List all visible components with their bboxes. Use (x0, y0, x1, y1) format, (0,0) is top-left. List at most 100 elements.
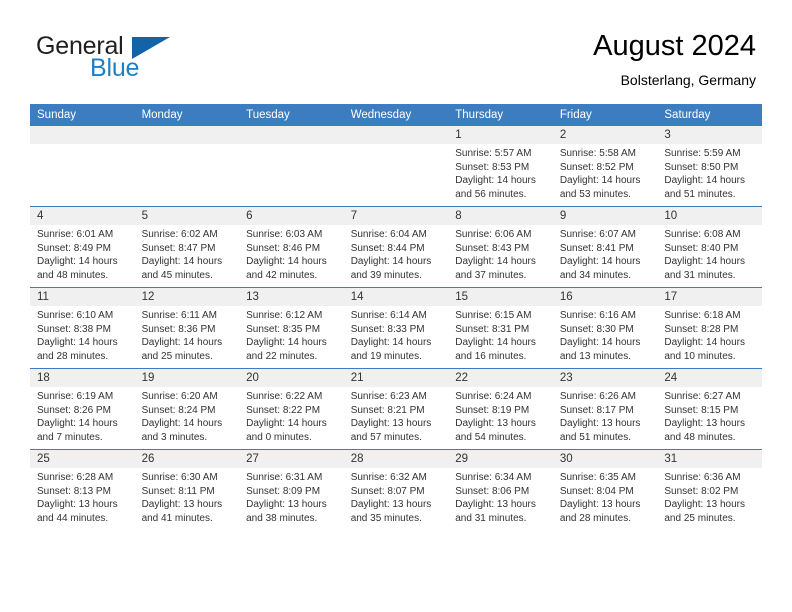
daylight-text-line1: Daylight: 13 hours (664, 418, 745, 429)
day-cell[interactable]: 25 Sunrise: 6:28 AM Sunset: 8:13 PM Dayl… (30, 449, 135, 530)
day-cell[interactable]: 16 Sunrise: 6:16 AM Sunset: 8:30 PM Dayl… (552, 287, 658, 369)
daylight-text-line1: Daylight: 13 hours (664, 499, 745, 510)
day-cell[interactable]: 9 Sunrise: 6:07 AM Sunset: 8:41 PM Dayli… (552, 206, 658, 288)
sunset-text: Sunset: 8:28 PM (664, 323, 739, 335)
day-cell[interactable]: 23 Sunrise: 6:26 AM Sunset: 8:17 PM Dayl… (552, 368, 658, 450)
daylight-text-line2: and 51 minutes. (664, 188, 736, 200)
day-cell[interactable]: 8 Sunrise: 6:06 AM Sunset: 8:43 PM Dayli… (448, 206, 553, 288)
daylight-text-line2: and 13 minutes. (559, 350, 631, 362)
daylight-text-line1: Daylight: 13 hours (455, 499, 536, 510)
day-cell[interactable]: 6 Sunrise: 6:03 AM Sunset: 8:46 PM Dayli… (239, 206, 344, 288)
sunrise-text: Sunrise: 5:58 AM (559, 148, 636, 159)
day-cell[interactable]: 15 Sunrise: 6:15 AM Sunset: 8:31 PM Dayl… (448, 287, 553, 369)
day-cell[interactable]: 20 Sunrise: 6:22 AM Sunset: 8:22 PM Dayl… (239, 368, 344, 450)
daylight-text-line2: and 31 minutes. (664, 269, 736, 281)
day-number: 25 (30, 450, 135, 468)
sunset-text: Sunset: 8:49 PM (37, 242, 111, 254)
day-number (30, 126, 135, 144)
day-details: Sunrise: 6:35 AM Sunset: 8:04 PM Dayligh… (553, 468, 658, 525)
sunrise-text: Sunrise: 6:32 AM (350, 472, 427, 483)
day-cell[interactable]: 5 Sunrise: 6:02 AM Sunset: 8:47 PM Dayli… (134, 206, 240, 288)
day-details: Sunrise: 6:15 AM Sunset: 8:31 PM Dayligh… (448, 306, 553, 363)
daylight-text-line1: Daylight: 14 hours (37, 337, 118, 348)
day-cell[interactable]: 4 Sunrise: 6:01 AM Sunset: 8:49 PM Dayli… (30, 206, 135, 288)
day-cell[interactable]: 13 Sunrise: 6:12 AM Sunset: 8:35 PM Dayl… (239, 287, 344, 369)
day-number (343, 126, 449, 144)
day-cell[interactable]: 17 Sunrise: 6:18 AM Sunset: 8:28 PM Dayl… (657, 287, 762, 369)
sunset-text: Sunset: 8:21 PM (350, 404, 425, 416)
sunrise-text: Sunrise: 6:28 AM (37, 472, 114, 483)
sunrise-text: Sunrise: 6:12 AM (246, 310, 323, 321)
sunrise-text: Sunrise: 6:27 AM (664, 391, 741, 402)
day-details: Sunrise: 6:16 AM Sunset: 8:30 PM Dayligh… (553, 306, 658, 363)
day-cell[interactable]: 3 Sunrise: 5:59 AM Sunset: 8:50 PM Dayli… (657, 126, 762, 207)
daylight-text-line2: and 28 minutes. (559, 512, 631, 524)
sunset-text: Sunset: 8:33 PM (350, 323, 425, 335)
day-cell[interactable]: 1 Sunrise: 5:57 AM Sunset: 8:53 PM Dayli… (448, 126, 553, 207)
day-cell[interactable]: 2 Sunrise: 5:58 AM Sunset: 8:52 PM Dayli… (552, 126, 658, 207)
day-cell[interactable]: 7 Sunrise: 6:04 AM Sunset: 8:44 PM Dayli… (343, 206, 449, 288)
day-cell[interactable]: 27 Sunrise: 6:31 AM Sunset: 8:09 PM Dayl… (239, 449, 344, 530)
day-cell[interactable]: 28 Sunrise: 6:32 AM Sunset: 8:07 PM Dayl… (343, 449, 449, 530)
sunrise-text: Sunrise: 6:03 AM (246, 229, 323, 240)
sunset-text: Sunset: 8:07 PM (350, 485, 425, 497)
day-number: 9 (552, 207, 658, 225)
daylight-text-line2: and 41 minutes. (141, 512, 213, 524)
day-number: 19 (134, 369, 240, 387)
day-number (134, 126, 240, 144)
daylight-text-line1: Daylight: 14 hours (141, 418, 223, 429)
day-number: 3 (657, 126, 762, 144)
day-number: 28 (343, 450, 449, 468)
day-cell[interactable]: 30 Sunrise: 6:35 AM Sunset: 8:04 PM Dayl… (552, 449, 658, 530)
daylight-text-line2: and 16 minutes. (455, 350, 527, 362)
day-details: Sunrise: 6:20 AM Sunset: 8:24 PM Dayligh… (135, 387, 240, 444)
sunrise-text: Sunrise: 6:07 AM (559, 229, 636, 240)
daylight-text-line1: Daylight: 14 hours (246, 256, 327, 267)
sunset-text: Sunset: 8:31 PM (455, 323, 530, 335)
day-cell[interactable]: 14 Sunrise: 6:14 AM Sunset: 8:33 PM Dayl… (343, 287, 449, 369)
day-cell[interactable]: 11 Sunrise: 6:10 AM Sunset: 8:38 PM Dayl… (30, 287, 135, 369)
day-details: Sunrise: 6:02 AM Sunset: 8:47 PM Dayligh… (135, 225, 240, 282)
day-cell[interactable]: 18 Sunrise: 6:19 AM Sunset: 8:26 PM Dayl… (30, 368, 135, 450)
sunset-text: Sunset: 8:19 PM (455, 404, 530, 416)
day-cell[interactable] (30, 126, 135, 207)
sunset-text: Sunset: 8:47 PM (141, 242, 216, 254)
day-details: Sunrise: 6:28 AM Sunset: 8:13 PM Dayligh… (30, 468, 135, 525)
general-blue-logo[interactable]: General Blue (36, 32, 246, 90)
daylight-text-line2: and 22 minutes. (246, 350, 318, 362)
day-cell[interactable]: 12 Sunrise: 6:11 AM Sunset: 8:36 PM Dayl… (134, 287, 240, 369)
day-details: Sunrise: 6:26 AM Sunset: 8:17 PM Dayligh… (553, 387, 658, 444)
weekday-header-thursday: Thursday (448, 104, 553, 126)
day-cell[interactable] (134, 126, 240, 207)
day-cell[interactable]: 29 Sunrise: 6:34 AM Sunset: 8:06 PM Dayl… (448, 449, 553, 530)
sunrise-text: Sunrise: 6:30 AM (141, 472, 218, 483)
day-cell[interactable]: 21 Sunrise: 6:23 AM Sunset: 8:21 PM Dayl… (343, 368, 449, 450)
calendar-header-row: Sunday Monday Tuesday Wednesday Thursday… (30, 104, 762, 126)
sunset-text: Sunset: 8:17 PM (559, 404, 634, 416)
sunrise-text: Sunrise: 6:34 AM (455, 472, 532, 483)
daylight-text-line1: Daylight: 14 hours (141, 256, 223, 267)
day-cell[interactable]: 10 Sunrise: 6:08 AM Sunset: 8:40 PM Dayl… (657, 206, 762, 288)
daylight-text-line2: and 28 minutes. (37, 350, 109, 362)
day-cell[interactable] (239, 126, 344, 207)
day-number: 13 (239, 288, 344, 306)
day-number: 12 (134, 288, 240, 306)
daylight-text-line1: Daylight: 14 hours (455, 256, 536, 267)
daylight-text-line2: and 0 minutes. (246, 431, 312, 443)
day-cell[interactable] (343, 126, 449, 207)
sunset-text: Sunset: 8:40 PM (664, 242, 739, 254)
day-cell[interactable]: 19 Sunrise: 6:20 AM Sunset: 8:24 PM Dayl… (134, 368, 240, 450)
location-subtitle: Bolsterlang, Germany (620, 72, 756, 88)
day-number: 10 (657, 207, 762, 225)
daylight-text-line2: and 25 minutes. (141, 350, 213, 362)
daylight-text-line2: and 45 minutes. (141, 269, 213, 281)
day-cell[interactable]: 31 Sunrise: 6:36 AM Sunset: 8:02 PM Dayl… (657, 449, 762, 530)
day-details: Sunrise: 6:06 AM Sunset: 8:43 PM Dayligh… (448, 225, 553, 282)
logo-text-blue: Blue (90, 54, 140, 82)
daylight-text-line2: and 7 minutes. (37, 431, 103, 443)
day-cell[interactable]: 22 Sunrise: 6:24 AM Sunset: 8:19 PM Dayl… (448, 368, 553, 450)
weekday-header-friday: Friday (552, 104, 658, 126)
day-cell[interactable]: 26 Sunrise: 6:30 AM Sunset: 8:11 PM Dayl… (134, 449, 240, 530)
day-cell[interactable]: 24 Sunrise: 6:27 AM Sunset: 8:15 PM Dayl… (657, 368, 762, 450)
day-number: 1 (448, 126, 553, 144)
